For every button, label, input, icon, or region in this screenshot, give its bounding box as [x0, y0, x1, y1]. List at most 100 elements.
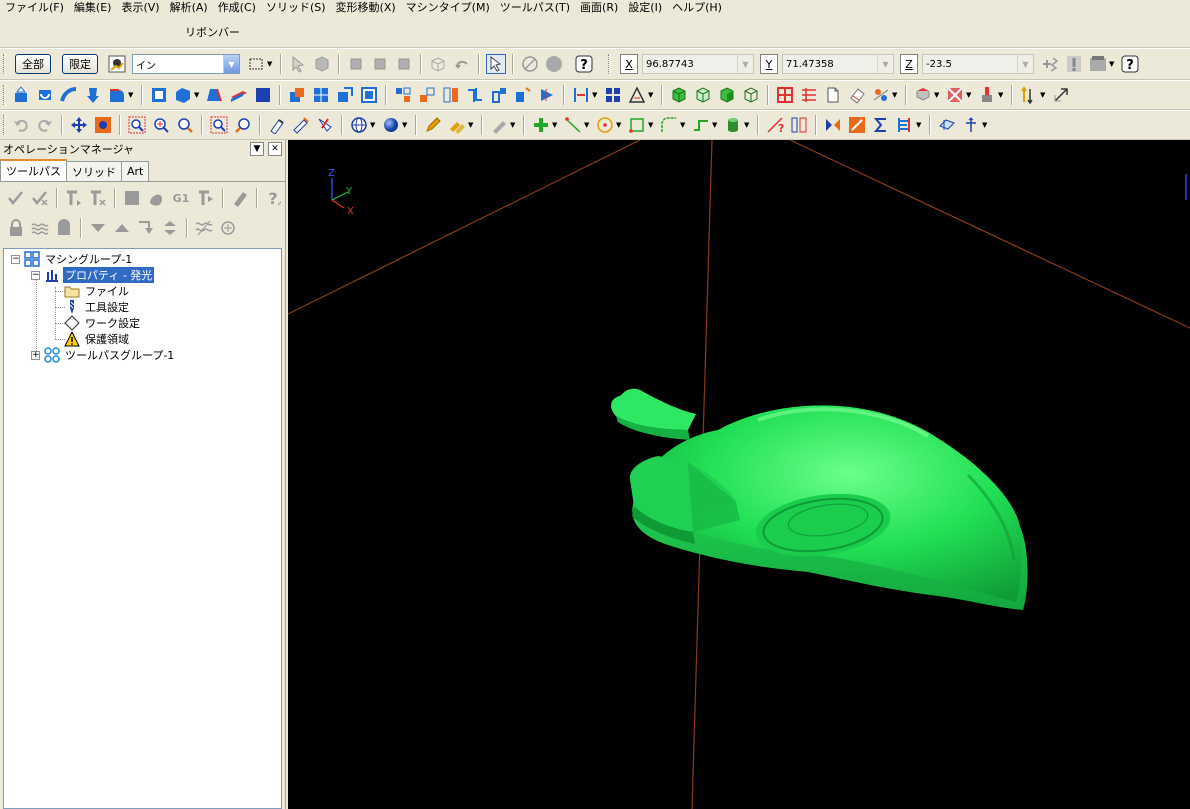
trim-solid-icon[interactable]: [205, 85, 225, 105]
layout-icon[interactable]: [393, 85, 413, 105]
tree-node-toolpath-group[interactable]: ツールパスグループ-1: [44, 347, 176, 363]
solid-manager-icon[interactable]: [359, 85, 379, 105]
highfeed-icon[interactable]: [230, 188, 250, 208]
cylinder-icon[interactable]: [723, 115, 743, 135]
fast-point-icon[interactable]: [1040, 54, 1060, 74]
redo-icon[interactable]: [35, 115, 55, 135]
layout6-icon[interactable]: [513, 85, 533, 105]
toggle-posting-icon[interactable]: [54, 218, 74, 238]
layout3-icon[interactable]: [441, 85, 461, 105]
tree-collapse-icon[interactable]: −: [31, 271, 40, 280]
align-icon[interactable]: [571, 85, 591, 105]
zoom-window-icon[interactable]: [127, 115, 147, 135]
chevron-down-icon[interactable]: ▼: [592, 85, 599, 105]
chevron-down-icon[interactable]: ▼: [1109, 54, 1116, 74]
chevron-down-icon[interactable]: ▼: [223, 55, 239, 73]
select-limit-button[interactable]: 限定: [62, 54, 98, 74]
circle-icon[interactable]: [595, 115, 615, 135]
chevron-down-icon[interactable]: ▼: [267, 54, 274, 74]
page-icon[interactable]: [823, 85, 843, 105]
solid-edge-icon[interactable]: [370, 54, 390, 74]
backplot-ops-icon[interactable]: [122, 188, 142, 208]
menu-help[interactable]: ヘルプ(H): [667, 1, 727, 14]
analyze-icon[interactable]: [489, 115, 509, 135]
chevron-down-icon[interactable]: ▼: [966, 85, 973, 105]
part-model[interactable]: [611, 388, 1028, 610]
globe-icon[interactable]: [349, 115, 369, 135]
chevron-down-icon[interactable]: ▼: [680, 115, 687, 135]
draft-icon[interactable]: [173, 85, 193, 105]
drill-icon[interactable]: [913, 85, 933, 105]
toolbar-grip[interactable]: [3, 115, 6, 135]
chevron-down-icon[interactable]: ▼: [510, 115, 517, 135]
select-all-ops-icon[interactable]: [6, 188, 26, 208]
verify-tool-icon[interactable]: [291, 115, 311, 135]
clear-selection-icon[interactable]: [520, 54, 540, 74]
box-solid-icon[interactable]: [253, 85, 273, 105]
chevron-down-icon[interactable]: ▼: [648, 115, 655, 135]
fit-view-icon[interactable]: [93, 115, 113, 135]
menu-machine-type[interactable]: マシンタイプ(M): [401, 1, 495, 14]
tab-art[interactable]: Art: [121, 161, 150, 181]
chevron-down-icon[interactable]: ▼: [744, 115, 751, 135]
stock-cube2-icon[interactable]: [693, 85, 713, 105]
eraser-icon[interactable]: [847, 85, 867, 105]
transform-icon[interactable]: [1051, 85, 1071, 105]
chevron-down-icon[interactable]: ▼: [982, 115, 989, 135]
chevron-down-icon[interactable]: ▼: [877, 55, 893, 73]
close-icon[interactable]: ✕: [268, 142, 282, 156]
g1-icon[interactable]: G1: [170, 188, 192, 208]
chevron-down-icon[interactable]: ▼: [128, 85, 135, 105]
tool-holder-icon[interactable]: [977, 85, 997, 105]
solid-select-icon[interactable]: [428, 54, 448, 74]
xform-icon[interactable]: [847, 115, 867, 135]
stock-cube-icon[interactable]: [669, 85, 689, 105]
zoom-target-icon[interactable]: [151, 115, 171, 135]
window-select-icon[interactable]: [246, 54, 266, 74]
dimension-icon[interactable]: [895, 115, 915, 135]
chevron-down-icon[interactable]: ▼: [1017, 55, 1033, 73]
select-last-icon[interactable]: [486, 54, 506, 74]
line-icon[interactable]: [563, 115, 583, 135]
chevron-down-icon[interactable]: ▼: [712, 115, 719, 135]
chevron-down-icon[interactable]: ▼: [584, 115, 591, 135]
post-ops-icon[interactable]: [196, 188, 216, 208]
select-dirty-ops-icon[interactable]: [30, 188, 50, 208]
menu-toolpaths[interactable]: ツールパス(T): [495, 1, 575, 14]
chevron-down-icon[interactable]: ▼: [737, 55, 753, 73]
zoom-in-icon[interactable]: [175, 115, 195, 135]
tree-node-tool-settings[interactable]: 工具設定: [64, 299, 131, 315]
select-ball-icon[interactable]: [544, 54, 564, 74]
coord-y-field[interactable]: 71.47358 ▼: [782, 54, 894, 74]
chevron-down-icon[interactable]: ▼: [552, 115, 559, 135]
tree-node-work-settings[interactable]: ワーク設定: [64, 315, 142, 331]
coord-z-field[interactable]: -23.5 ▼: [922, 54, 1034, 74]
solid-body-icon[interactable]: [394, 54, 414, 74]
drill-pattern-icon[interactable]: [871, 85, 891, 105]
chevron-down-icon[interactable]: ▼: [1040, 85, 1047, 105]
loft-icon[interactable]: [83, 85, 103, 105]
help-icon[interactable]: ?: [264, 188, 284, 208]
undo-select-icon[interactable]: [452, 54, 472, 74]
chevron-down-icon[interactable]: ▼: [916, 115, 923, 135]
chevron-down-icon[interactable]: ▼: [194, 85, 201, 105]
tab-solids[interactable]: ソリッド: [66, 161, 122, 181]
sweep-icon[interactable]: [59, 85, 79, 105]
toolpath-display-icon[interactable]: [194, 218, 214, 238]
fillet-icon[interactable]: [107, 85, 127, 105]
revolve-icon[interactable]: [35, 85, 55, 105]
tree-node-protected-area[interactable]: 保護領域: [64, 331, 131, 347]
axes-icon[interactable]: [961, 115, 981, 135]
menu-solids[interactable]: ソリッド(S): [261, 1, 331, 14]
chevron-down-icon[interactable]: ▼: [616, 115, 623, 135]
help-icon[interactable]: ?: [574, 54, 594, 74]
menu-file[interactable]: ファイル(F): [0, 1, 69, 14]
tree-expand-icon[interactable]: +: [31, 351, 40, 360]
panel-menu-icon[interactable]: ▼: [250, 142, 264, 156]
plane-icon[interactable]: [937, 115, 957, 135]
analyze-grid-icon[interactable]: [789, 115, 809, 135]
scroll-arrow-icon[interactable]: [160, 218, 180, 238]
menu-view[interactable]: 表示(V): [116, 1, 164, 14]
layout5-icon[interactable]: [489, 85, 509, 105]
layout4-icon[interactable]: [465, 85, 485, 105]
